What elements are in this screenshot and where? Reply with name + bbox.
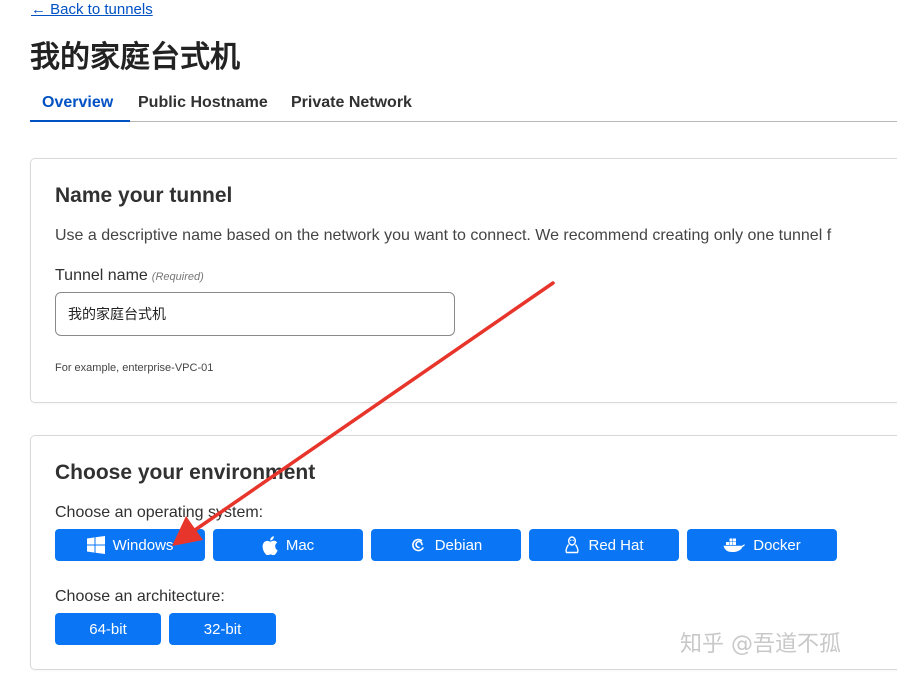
windows-icon — [86, 536, 105, 554]
os-debian-label: Debian — [434, 536, 483, 554]
watermark: 知乎 @吾道不孤 — [680, 632, 841, 657]
os-label: Choose an operating system: — [55, 504, 264, 521]
os-mac-button[interactable]: Mac — [213, 529, 363, 561]
os-windows-button[interactable]: Windows — [55, 529, 205, 561]
tunnel-page: ← Back to tunnels 我的家庭台式机 Overview Publi… — [0, 0, 897, 679]
arch-64-bit-button[interactable]: 64-bit — [55, 613, 161, 645]
os-docker-button[interactable]: Docker — [687, 529, 837, 561]
name-tunnel-description: Use a descriptive name based on the netw… — [55, 227, 832, 244]
os-docker-label: Docker — [753, 536, 801, 554]
os-redhat-button[interactable]: Red Hat — [529, 529, 679, 561]
os-debian-button[interactable]: Debian — [371, 529, 521, 561]
linux-icon — [564, 535, 580, 555]
docker-icon — [723, 537, 746, 553]
apple-icon — [262, 535, 278, 555]
tunnel-name-label: Tunnel name (Required) — [55, 267, 204, 285]
os-windows-label: Windows — [112, 536, 174, 554]
tunnel-name-hint: For example, enterprise-VPC-01 — [55, 362, 214, 374]
tab-bar: Overview Public Hostname Private Network — [30, 88, 897, 122]
required-tag: (Required) — [151, 271, 204, 283]
os-redhat-label: Red Hat — [588, 536, 644, 554]
name-tunnel-title: Name your tunnel — [55, 184, 233, 207]
back-to-tunnels-link[interactable]: ← Back to tunnels — [31, 1, 153, 18]
tunnel-name-label-text: Tunnel name — [55, 267, 148, 284]
arch-label: Choose an architecture: — [55, 588, 225, 605]
choose-environment-title: Choose your environment — [55, 461, 316, 484]
tab-private-network[interactable]: Private Network — [291, 88, 412, 122]
page-title: 我的家庭台式机 — [30, 40, 240, 75]
tunnel-name-input[interactable] — [55, 292, 455, 336]
os-mac-label: Mac — [285, 536, 315, 554]
debian-icon — [410, 536, 427, 554]
tab-public-hostname[interactable]: Public Hostname — [138, 88, 268, 122]
name-tunnel-card: Name your tunnel Use a descriptive name … — [30, 158, 897, 403]
tab-overview[interactable]: Overview — [30, 88, 130, 122]
arch-32-bit-button[interactable]: 32-bit — [169, 613, 276, 645]
